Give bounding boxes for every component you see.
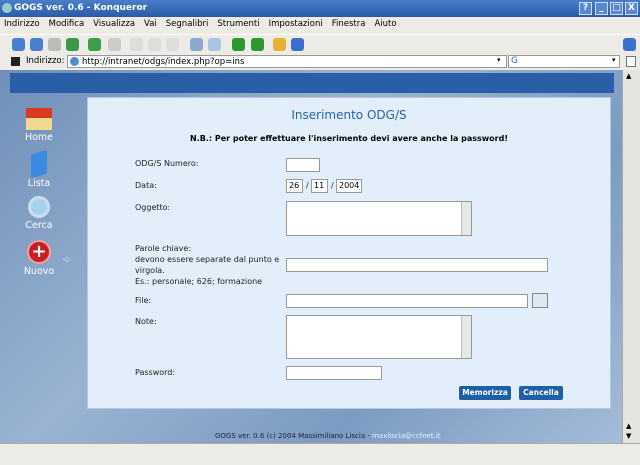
menu-vai[interactable]: Vai xyxy=(144,19,157,29)
download-icon[interactable] xyxy=(291,38,304,51)
search-dropdown-icon[interactable]: ▾ xyxy=(612,56,616,64)
password-input[interactable] xyxy=(286,366,382,380)
menu-visualizza[interactable]: Visualizza xyxy=(93,19,135,29)
header-banner xyxy=(10,73,614,93)
footer: GOGS ver. 0.6 (c) 2004 Massimiliano Lisc… xyxy=(215,432,441,440)
save-button[interactable]: Memorizza xyxy=(459,386,511,400)
menu-indirizzo[interactable]: Indirizzo xyxy=(4,19,40,29)
print-icon[interactable] xyxy=(190,38,203,51)
parole-hint: devono essere separate dal punto e xyxy=(135,255,280,264)
menu-bar: Indirizzo Modifica Visualizza Vai Segnalibri… xyxy=(0,17,640,34)
title-bar: GOGS ver. 0.6 - Konqueror ? _ □ X xyxy=(0,0,640,17)
security-icon[interactable] xyxy=(273,38,286,51)
konqueror-gear-icon[interactable] xyxy=(623,38,636,51)
password-note: N.B.: Per poter effettuare l'inserimento… xyxy=(190,134,508,143)
form-panel: Inserimento ODG/S N.B.: Per poter effett… xyxy=(87,97,611,409)
menu-strumenti[interactable]: Strumenti xyxy=(217,19,259,29)
location-bar: Indirizzo: http://intranet/odgs/index.ph… xyxy=(0,53,640,70)
month-input[interactable]: 11 xyxy=(311,179,328,193)
status-bar xyxy=(0,443,640,465)
parole-hint: virgola. xyxy=(135,266,165,275)
stop-icon[interactable] xyxy=(108,38,121,51)
day-input[interactable]: 26 xyxy=(286,179,303,193)
nav-home[interactable]: Home xyxy=(16,108,62,143)
parole-example: Es.: personale; 626; formazione xyxy=(135,277,263,286)
nav-cerca-label: Cerca xyxy=(25,220,53,231)
minimize-button[interactable]: _ xyxy=(595,2,608,15)
cut-icon[interactable] xyxy=(130,38,143,51)
search-field[interactable]: G xyxy=(508,55,620,68)
note-label: Note: xyxy=(135,317,157,326)
nav-lista-label: Lista xyxy=(27,178,51,189)
url-text: http://intranet/odgs/index.php?op=ins xyxy=(82,57,245,67)
scroll-up-icon[interactable]: ▲ xyxy=(626,422,631,430)
menu-impostazioni[interactable]: Impostazioni xyxy=(269,19,323,29)
browse-folder-icon[interactable] xyxy=(532,293,548,308)
copy-icon[interactable] xyxy=(148,38,161,51)
menu-segnalibri[interactable]: Segnalibri xyxy=(166,19,209,29)
url-dropdown-icon[interactable]: ▾ xyxy=(497,56,501,64)
data-label: Data: xyxy=(135,181,157,190)
date-separator: / xyxy=(306,181,309,190)
note-textarea[interactable] xyxy=(286,315,472,359)
menu-modifica[interactable]: Modifica xyxy=(49,19,85,29)
vertical-scrollbar[interactable]: ▲ ▲ ▼ xyxy=(622,70,640,443)
home-icon xyxy=(26,108,52,130)
zoom-out-icon[interactable] xyxy=(251,38,264,51)
clear-location-icon[interactable] xyxy=(11,57,20,66)
cancel-button[interactable]: Cancella xyxy=(519,386,563,400)
nav-cerca[interactable]: Cerca xyxy=(16,196,62,231)
nav-nuovo[interactable]: + Nuovo xyxy=(16,240,62,277)
nav-lista[interactable]: Lista xyxy=(16,149,62,189)
parole-label: Parole chiave: xyxy=(135,244,192,253)
year-input[interactable]: 2004 xyxy=(336,179,362,193)
menu-finestra[interactable]: Finestra xyxy=(332,19,366,29)
oggetto-textarea[interactable] xyxy=(286,201,472,236)
url-field[interactable]: http://intranet/odgs/index.php?op=ins xyxy=(67,55,507,68)
form-title: Inserimento ODG/S xyxy=(291,108,407,122)
help-button[interactable]: ? xyxy=(579,2,592,15)
menu-aiuto[interactable]: Aiuto xyxy=(374,19,396,29)
magnifier-icon xyxy=(28,196,50,218)
print-preview-icon[interactable] xyxy=(208,38,221,51)
globe-icon xyxy=(70,57,79,66)
book-icon xyxy=(31,149,47,179)
password-label: Password: xyxy=(135,368,176,377)
zoom-in-icon[interactable] xyxy=(232,38,245,51)
nav-home-label: Home xyxy=(24,132,54,143)
scroll-up-icon[interactable]: ▲ xyxy=(626,72,631,80)
close-location-icon[interactable] xyxy=(626,56,636,67)
file-input[interactable] xyxy=(286,294,528,308)
nav-nuovo-label: Nuovo xyxy=(23,266,55,277)
konqueror-icon xyxy=(2,3,12,13)
close-button[interactable]: X xyxy=(625,2,638,15)
scroll-down-icon[interactable]: ▼ xyxy=(626,432,631,440)
page-content: Home Lista Cerca + Nuovo ➪ Inserimento O… xyxy=(0,70,622,443)
footer-email-link[interactable]: maxliscia@ccfnet.it xyxy=(372,432,440,440)
home-icon[interactable] xyxy=(66,38,79,51)
location-label: Indirizzo: xyxy=(26,56,65,66)
plus-icon: + xyxy=(27,240,51,264)
numero-input[interactable] xyxy=(286,158,320,172)
scrollbar[interactable] xyxy=(461,202,471,235)
paste-icon[interactable] xyxy=(166,38,179,51)
file-label: File: xyxy=(135,296,152,305)
footer-text: GOGS ver. 0.6 (c) 2004 Massimiliano Lisc… xyxy=(215,432,373,440)
numero-label: ODG/S Numero: xyxy=(135,159,199,168)
arrow-right-icon: ➪ xyxy=(63,255,71,265)
google-icon: G xyxy=(511,56,518,66)
back-icon[interactable] xyxy=(30,38,43,51)
toolbar xyxy=(0,34,640,53)
maximize-button[interactable]: □ xyxy=(610,2,623,15)
forward-icon[interactable] xyxy=(48,38,61,51)
window-title: GOGS ver. 0.6 - Konqueror xyxy=(14,3,148,13)
up-icon[interactable] xyxy=(12,38,25,51)
parole-input[interactable] xyxy=(286,258,548,272)
reload-icon[interactable] xyxy=(88,38,101,51)
scrollbar[interactable] xyxy=(461,316,471,358)
date-separator: / xyxy=(331,181,334,190)
oggetto-label: Oggetto: xyxy=(135,203,171,212)
